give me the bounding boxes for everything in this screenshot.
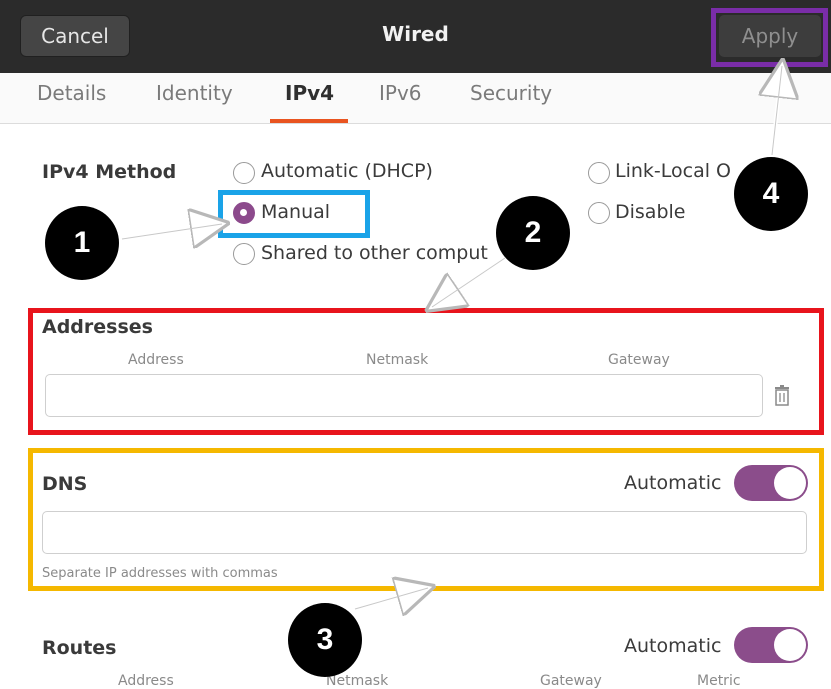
highlight-apply — [711, 8, 828, 67]
radio-disable[interactable] — [588, 202, 610, 224]
toggle-knob — [774, 629, 806, 661]
radio-link-local[interactable] — [588, 162, 610, 184]
annotation-badge-1: 1 — [45, 206, 119, 280]
highlight-manual — [218, 190, 370, 238]
highlight-addresses — [28, 308, 824, 435]
tab-bar: Details Identity IPv4 IPv6 Security — [0, 73, 831, 124]
radio-label-shared: Shared to other comput — [261, 242, 488, 264]
highlight-dns — [28, 448, 824, 591]
routes-label: Routes — [42, 637, 117, 659]
tab-security[interactable]: Security — [470, 81, 552, 105]
radio-shared[interactable] — [233, 243, 255, 265]
annotation-badge-3: 3 — [288, 603, 362, 677]
routes-automatic-toggle[interactable] — [734, 627, 808, 663]
routes-automatic-label: Automatic — [624, 635, 722, 657]
radio-label-automatic-dhcp: Automatic (DHCP) — [261, 160, 433, 182]
tab-ipv4[interactable]: IPv4 — [285, 81, 334, 105]
radio-automatic-dhcp[interactable] — [233, 162, 255, 184]
active-tab-indicator — [270, 119, 348, 123]
annotation-badge-4: 4 — [734, 157, 808, 231]
routes-column-metric: Metric — [697, 673, 741, 689]
ipv4-method-label: IPv4 Method — [42, 161, 177, 183]
annotation-badge-2: 2 — [496, 196, 570, 270]
routes-column-gateway: Gateway — [540, 673, 602, 689]
header-bar: Cancel Wired Apply — [0, 0, 831, 73]
radio-label-link-local: Link-Local O — [615, 160, 732, 182]
radio-label-disable: Disable — [615, 201, 686, 223]
routes-column-address: Address — [118, 673, 174, 689]
tab-details[interactable]: Details — [37, 81, 106, 105]
dialog-title: Wired — [382, 22, 449, 46]
tab-identity[interactable]: Identity — [156, 81, 233, 105]
tab-ipv6[interactable]: IPv6 — [379, 81, 422, 105]
